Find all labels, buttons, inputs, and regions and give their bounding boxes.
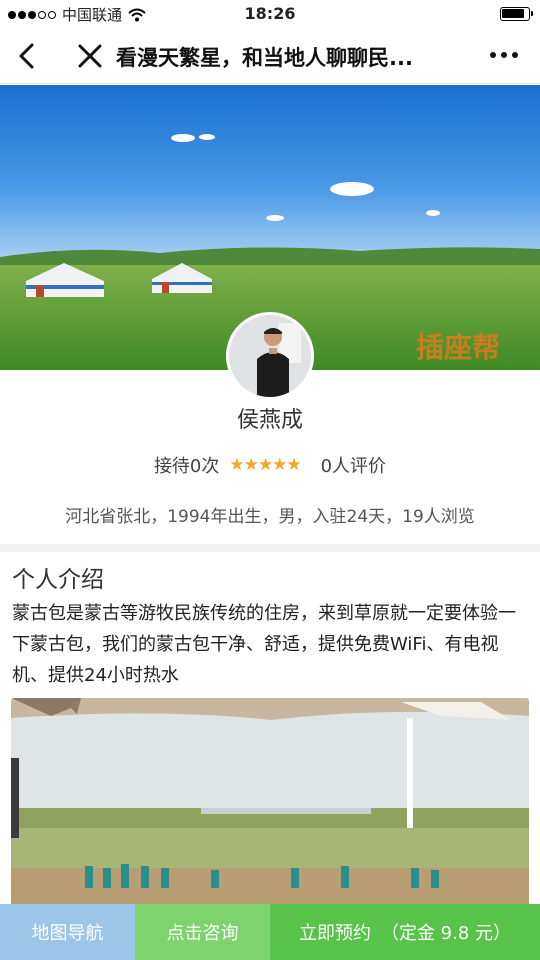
book-label: 立即预约 xyxy=(298,923,371,944)
intro-photo[interactable] xyxy=(11,698,529,908)
deposit-label: （定金 9.8 元） xyxy=(380,923,512,944)
status-time: 18:26 xyxy=(244,4,296,23)
avatar[interactable] xyxy=(226,312,314,400)
nav-bar: 看漫天繁星，和当地人聊聊民... xyxy=(0,28,540,84)
map-navigation-button[interactable]: 地图导航 xyxy=(0,904,135,960)
reception-count: 接待0次 xyxy=(153,456,220,477)
bottom-action-bar: 地图导航 点击咨询 立即预约 （定金 9.8 元） xyxy=(0,904,540,960)
section-divider xyxy=(0,544,540,552)
close-icon[interactable] xyxy=(76,42,104,70)
host-stats: 接待0次 ★★★★★ 0人评价 xyxy=(0,452,540,478)
intro-title: 个人介绍 xyxy=(12,567,104,593)
status-bar: 中国联通 18:26 xyxy=(0,0,540,28)
book-button[interactable]: 立即预约 （定金 9.8 元） xyxy=(270,904,540,960)
back-icon[interactable] xyxy=(14,42,40,70)
consult-button[interactable]: 点击咨询 xyxy=(135,904,270,960)
page-title: 看漫天繁星，和当地人聊聊民... xyxy=(116,46,413,70)
host-meta: 河北省张北，1994年出生，男，入驻24天，19人浏览 xyxy=(65,507,475,527)
more-icon[interactable] xyxy=(490,52,518,58)
svg-text:插座帮: 插座帮 xyxy=(416,331,500,364)
intro-text: 蒙古包是蒙古等游牧民族传统的住房，来到草原就一定要体验一下蒙古包，我们的蒙古包干… xyxy=(12,603,516,686)
review-count[interactable]: 0人评价 xyxy=(321,452,386,478)
battery-icon xyxy=(500,7,533,21)
star-icon: ★★★★★ xyxy=(229,455,301,475)
host-name: 侯燕成 xyxy=(236,408,303,433)
